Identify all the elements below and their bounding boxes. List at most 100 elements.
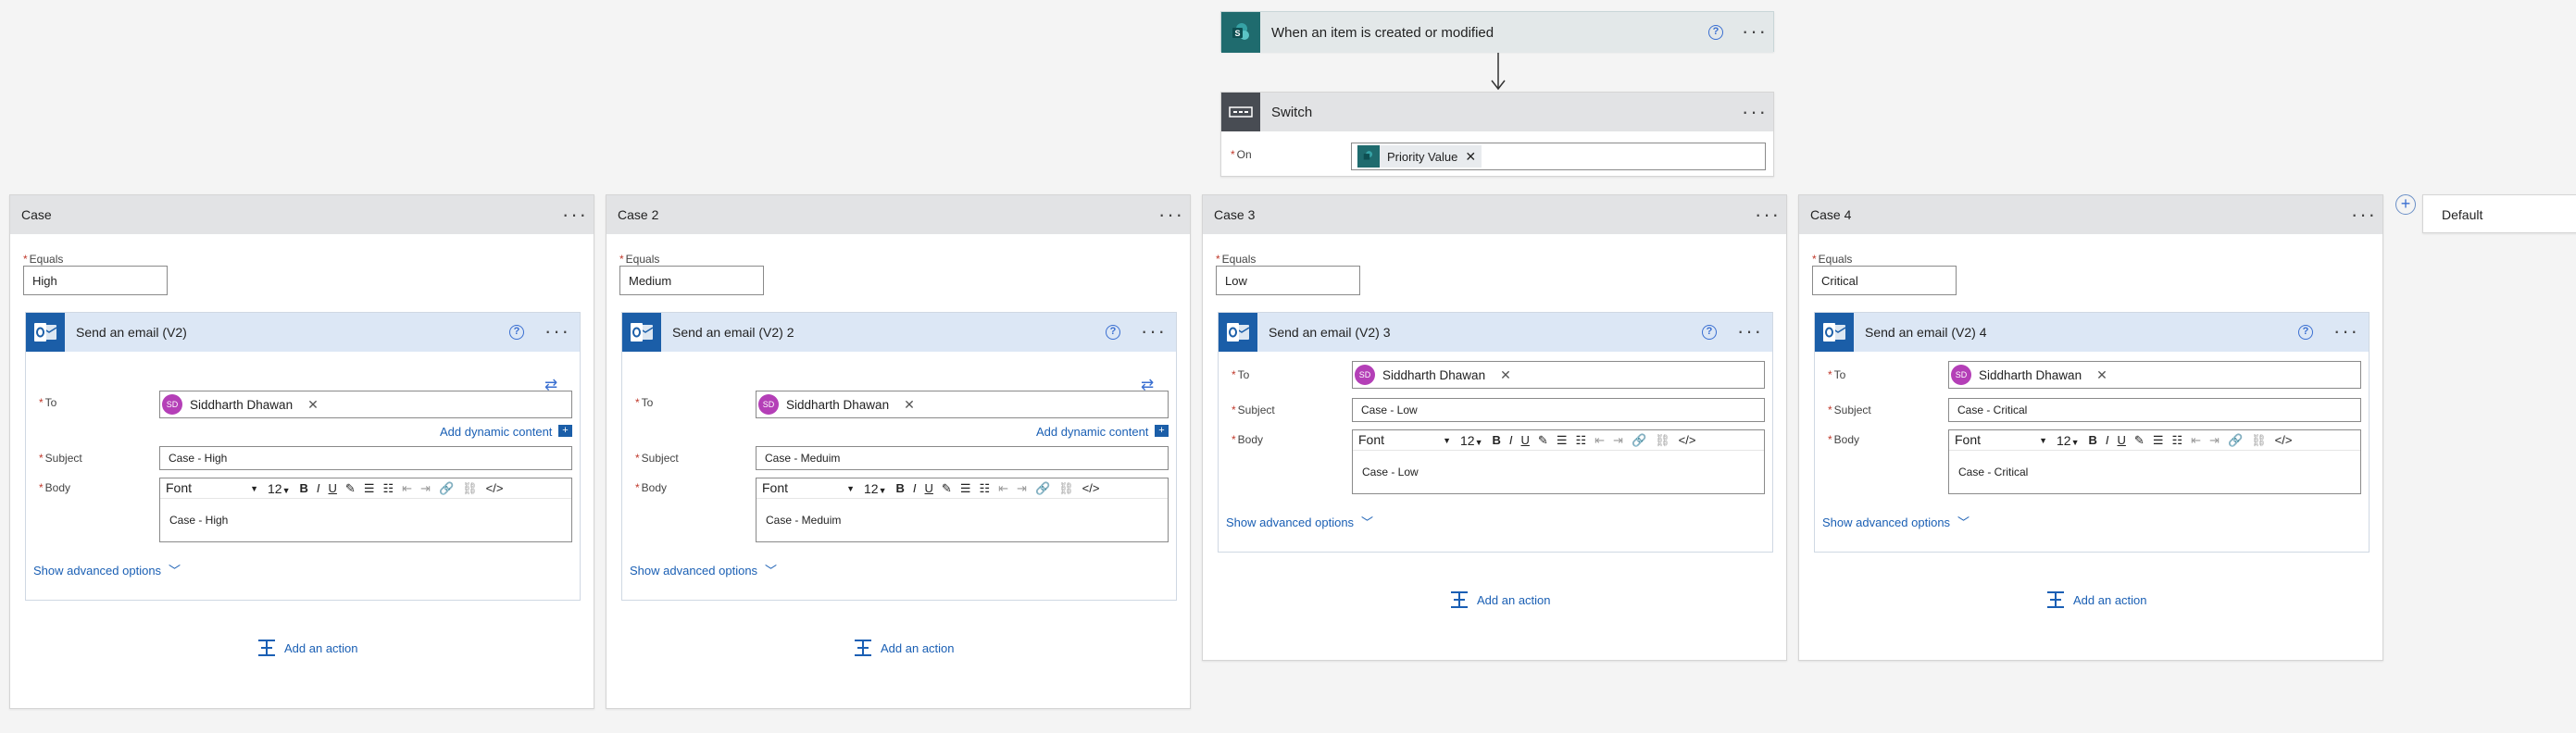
show-advanced-options[interactable]: Show advanced options ﹀ [1226, 513, 1373, 530]
subject-field[interactable]: Case - Meduim [756, 446, 1169, 470]
equals-field[interactable]: High [23, 266, 168, 295]
remove-icon[interactable]: ✕ [904, 397, 915, 413]
priority-value-token[interactable]: Priority Value ✕ [1357, 145, 1482, 168]
more-options-icon[interactable]: ··· [1141, 321, 1167, 342]
body-editor[interactable]: Font ▼ 12▼ B I U ✎ ☰ ☷ ⇤ ⇥ 🔗 ⛓ </> Case … [1948, 429, 2361, 494]
action-header[interactable]: Send an email (V2) 2 [622, 313, 1176, 352]
trigger-header[interactable]: S When an item is created or modified [1221, 12, 1773, 53]
default-card[interactable]: Default [2422, 194, 2576, 233]
highlight-icon[interactable]: ✎ [2134, 433, 2145, 448]
add-action-button[interactable]: Add an action [853, 638, 955, 658]
equals-field[interactable]: Medium [619, 266, 764, 295]
more-options-icon[interactable]: ··· [544, 321, 570, 342]
action-header[interactable]: Send an email (V2) [26, 313, 580, 352]
code-view-icon[interactable]: </> [2275, 433, 2293, 447]
link-icon[interactable]: 🔗 [2228, 433, 2243, 448]
add-action-button[interactable]: Add an action [256, 638, 358, 658]
unlink-icon[interactable]: ⛓ [2251, 433, 2267, 448]
remove-icon[interactable]: ✕ [2096, 367, 2107, 383]
font-size-select[interactable]: 12▼ [1460, 433, 1483, 448]
more-options-icon[interactable]: ··· [1742, 21, 1768, 42]
switch-header[interactable]: Switch [1221, 93, 1773, 131]
bold-icon[interactable]: B [1493, 433, 1501, 447]
more-options-icon[interactable]: ··· [1742, 102, 1768, 122]
bold-icon[interactable]: B [896, 481, 905, 495]
equals-field[interactable]: Critical [1812, 266, 1957, 295]
numbered-list-icon[interactable]: ☷ [2171, 433, 2182, 448]
show-advanced-options[interactable]: Show advanced options ﹀ [630, 561, 777, 578]
italic-icon[interactable]: I [2106, 433, 2109, 447]
case-header[interactable]: Case 2 [606, 195, 1190, 234]
case-header[interactable]: Case 4 [1799, 195, 2382, 234]
help-icon[interactable]: ? [509, 325, 524, 340]
italic-icon[interactable]: I [913, 481, 917, 495]
case-card[interactable]: Case ··· * Equals High Send an email (V2)… [9, 194, 594, 709]
case-card[interactable]: Case 3 ··· * Equals Low Send an email (V2… [1202, 194, 1787, 661]
equals-field[interactable]: Low [1216, 266, 1360, 295]
more-options-icon[interactable]: ··· [2333, 321, 2359, 342]
link-icon[interactable]: 🔗 [1632, 433, 1646, 448]
link-icon[interactable]: 🔗 [439, 481, 454, 496]
to-field[interactable]: SD Siddharth Dhawan ✕ [1948, 361, 2361, 389]
unlink-icon[interactable]: ⛓ [462, 481, 478, 496]
numbered-list-icon[interactable]: ☷ [382, 481, 394, 496]
on-field[interactable]: Priority Value ✕ [1351, 143, 1766, 170]
recipient-token[interactable]: SD Siddharth Dhawan ✕ [1355, 365, 1511, 385]
remove-icon[interactable]: ✕ [1500, 367, 1511, 383]
help-icon[interactable]: ? [2298, 325, 2313, 340]
underline-icon[interactable]: U [925, 481, 933, 495]
show-advanced-options[interactable]: Show advanced options ﹀ [1822, 513, 1970, 530]
add-action-button[interactable]: Add an action [1449, 590, 1551, 610]
bold-icon[interactable]: B [300, 481, 308, 495]
subject-field[interactable]: Case - Critical [1948, 398, 2361, 422]
underline-icon[interactable]: U [2118, 433, 2126, 447]
add-dynamic-icon[interactable]: + [1155, 425, 1169, 437]
outdent-icon[interactable]: ⇤ [2191, 433, 2201, 448]
subject-field[interactable]: Case - High [159, 446, 572, 470]
bullet-list-icon[interactable]: ☰ [960, 481, 971, 496]
body-editor[interactable]: Font ▼ 12▼ B I U ✎ ☰ ☷ ⇤ ⇥ 🔗 ⛓ </> Case … [1352, 429, 1765, 494]
font-select[interactable]: Font ▼ [1955, 432, 2047, 449]
unlink-icon[interactable]: ⛓ [1058, 481, 1074, 496]
numbered-list-icon[interactable]: ☷ [979, 481, 990, 496]
recipient-token[interactable]: SD Siddharth Dhawan ✕ [1951, 365, 2107, 385]
more-options-icon[interactable]: ··· [2351, 205, 2377, 225]
underline-icon[interactable]: U [1521, 433, 1530, 447]
italic-icon[interactable]: I [1509, 433, 1513, 447]
highlight-icon[interactable]: ✎ [1538, 433, 1548, 448]
font-select[interactable]: Font ▼ [762, 480, 855, 497]
subject-field[interactable]: Case - Low [1352, 398, 1765, 422]
send-email-action[interactable]: Send an email (V2) 2 ? ··· ⇄ * To SD Siddh… [621, 312, 1177, 601]
indent-icon[interactable]: ⇥ [1017, 481, 1027, 496]
highlight-icon[interactable]: ✎ [942, 481, 952, 496]
more-options-icon[interactable]: ··· [562, 205, 588, 225]
unlink-icon[interactable]: ⛓ [1655, 433, 1670, 448]
underline-icon[interactable]: U [329, 481, 337, 495]
add-dynamic-content-link[interactable]: Add dynamic content [440, 425, 552, 439]
body-editor[interactable]: Font ▼ 12▼ B I U ✎ ☰ ☷ ⇤ ⇥ 🔗 ⛓ </> Case … [756, 478, 1169, 542]
outdent-icon[interactable]: ⇤ [402, 481, 412, 496]
numbered-list-icon[interactable]: ☷ [1575, 433, 1586, 448]
help-icon[interactable]: ? [1702, 325, 1717, 340]
more-options-icon[interactable]: ··· [1755, 205, 1781, 225]
font-size-select[interactable]: 12▼ [2057, 433, 2080, 448]
trigger-card[interactable]: S When an item is created or modified ? … [1220, 11, 1774, 53]
add-case-icon[interactable]: + [2395, 194, 2416, 215]
send-email-action[interactable]: Send an email (V2) 4 ? ··· * To SD Siddhar… [1814, 312, 2370, 553]
remove-icon[interactable]: ✕ [307, 397, 319, 413]
bullet-list-icon[interactable]: ☰ [1557, 433, 1568, 448]
code-view-icon[interactable]: </> [1679, 433, 1696, 447]
indent-icon[interactable]: ⇥ [420, 481, 431, 496]
action-header[interactable]: Send an email (V2) 4 [1815, 313, 2369, 352]
add-action-button[interactable]: Add an action [2045, 590, 2147, 610]
code-view-icon[interactable]: </> [486, 481, 504, 495]
case-card[interactable]: Case 2 ··· * Equals Medium Send an email … [606, 194, 1191, 709]
send-email-action[interactable]: Send an email (V2) 3 ? ··· * To SD Siddhar… [1218, 312, 1773, 553]
more-options-icon[interactable]: ··· [1737, 321, 1763, 342]
help-icon[interactable]: ? [1708, 25, 1723, 40]
help-icon[interactable]: ? [1106, 325, 1120, 340]
bullet-list-icon[interactable]: ☰ [364, 481, 375, 496]
add-dynamic-content-link[interactable]: Add dynamic content [1036, 425, 1148, 439]
highlight-icon[interactable]: ✎ [345, 481, 356, 496]
body-editor[interactable]: Font ▼ 12▼ B I U ✎ ☰ ☷ ⇤ ⇥ 🔗 ⛓ </> Case … [159, 478, 572, 542]
